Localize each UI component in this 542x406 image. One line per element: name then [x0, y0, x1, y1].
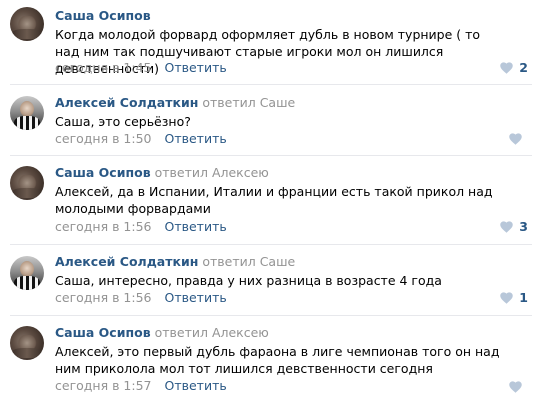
like-count: 2 [519, 60, 528, 75]
reply-to-label[interactable]: ответил Алексею [155, 165, 269, 180]
heart-icon [500, 221, 514, 233]
avatar[interactable] [10, 166, 44, 200]
comment-time[interactable]: сегодня в 1:56 [55, 290, 152, 305]
avatar[interactable] [10, 96, 44, 130]
author-name-link[interactable]: Саша Осипов [55, 8, 151, 23]
comment: Алексей Солдаткин ответил Саше Саша, инт… [0, 245, 542, 315]
comment-meta: сегодня в 1:50 Ответить [55, 131, 227, 147]
reply-button[interactable]: Ответить [164, 378, 226, 393]
heart-icon [500, 292, 514, 304]
author-name-link[interactable]: Саша Осипов [55, 165, 151, 180]
comment-author-line: Алексей Солдаткин ответил Саше [55, 254, 295, 270]
like-count: 1 [519, 290, 528, 305]
avatar[interactable] [10, 256, 44, 290]
comment-time[interactable]: сегодня в 1:45 [55, 60, 152, 75]
reply-to-label[interactable]: ответил Саше [202, 95, 295, 110]
author-name-link[interactable]: Алексей Солдаткин [55, 254, 198, 269]
heart-icon [500, 62, 514, 74]
comment: Саша Осипов ответил Алексею Алексей, да … [0, 156, 542, 244]
author-name-link[interactable]: Саша Осипов [55, 325, 151, 340]
like-button[interactable]: 3 [500, 219, 528, 235]
heart-icon [509, 133, 522, 145]
comment: Саша Осипов ответил Алексею Алексей, это… [0, 316, 542, 406]
reply-to-label[interactable]: ответил Саше [202, 254, 295, 269]
comment-author-line: Саша Осипов ответил Алексею [55, 325, 269, 341]
comment-author-line: Саша Осипов ответил Алексею [55, 165, 269, 181]
comment-text: Саша, интересно, правда у них разница в … [55, 273, 442, 288]
comment-text: Саша, это серьёзно? [55, 114, 191, 129]
reply-button[interactable]: Ответить [164, 131, 226, 146]
reply-button[interactable]: Ответить [164, 60, 226, 75]
author-name-link[interactable]: Алексей Солдаткин [55, 95, 198, 110]
comment-time[interactable]: сегодня в 1:50 [55, 131, 152, 146]
like-count: 3 [519, 219, 528, 234]
like-button[interactable] [509, 131, 528, 147]
comment-time[interactable]: сегодня в 1:56 [55, 219, 152, 234]
comment-text: Алексей, это первый дубль фараона в лиге… [55, 344, 500, 376]
comment-meta: сегодня в 1:56 Ответить [55, 219, 227, 235]
reply-to-label[interactable]: ответил Алексею [155, 325, 269, 340]
comment-text: Алексей, да в Испании, Италии и франции … [55, 184, 493, 216]
like-button[interactable]: 1 [500, 290, 528, 306]
comments-thread: Саша Осипов Когда молодой форвард оформл… [0, 0, 542, 406]
heart-icon [509, 381, 522, 393]
comment: Саша Осипов Когда молодой форвард оформл… [0, 0, 542, 84]
avatar[interactable] [10, 7, 44, 41]
comment-time[interactable]: сегодня в 1:57 [55, 378, 152, 393]
comment-meta: сегодня в 1:57 Ответить [55, 378, 227, 394]
comment-meta: сегодня в 1:56 Ответить [55, 290, 227, 306]
comment-author-line: Саша Осипов [55, 8, 151, 24]
comment-author-line: Алексей Солдаткин ответил Саше [55, 95, 295, 111]
comment-meta: сегодня в 1:45 Ответить [55, 60, 227, 76]
like-button[interactable] [509, 379, 528, 395]
comment: Алексей Солдаткин ответил Саше Саша, это… [0, 85, 542, 155]
avatar[interactable] [10, 326, 44, 360]
like-button[interactable]: 2 [500, 60, 528, 76]
reply-button[interactable]: Ответить [164, 290, 226, 305]
reply-button[interactable]: Ответить [164, 219, 226, 234]
